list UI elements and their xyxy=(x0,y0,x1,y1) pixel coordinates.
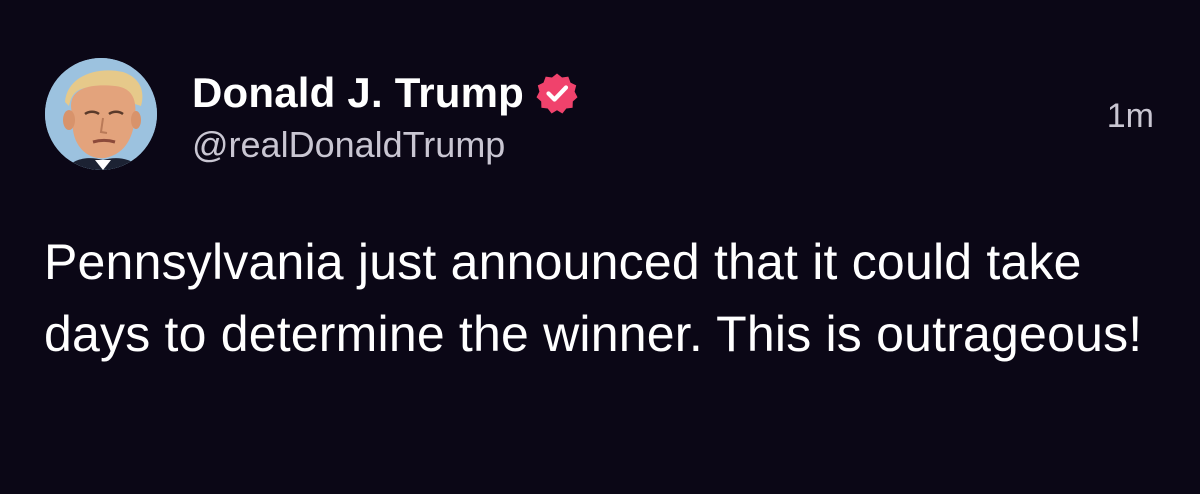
post-timestamp[interactable]: 1m xyxy=(1107,97,1154,136)
verified-badge-icon xyxy=(536,73,578,114)
post-body-text: Pennsylvania just announced that it coul… xyxy=(44,234,1143,362)
post-card: Donald J. Trump @realDonaldTrump 1m Penn… xyxy=(0,0,1200,494)
author-name-row: Donald J. Trump xyxy=(192,66,578,120)
author-display-name[interactable]: Donald J. Trump xyxy=(192,69,524,117)
author-handle[interactable]: @realDonaldTrump xyxy=(192,124,505,166)
avatar[interactable] xyxy=(45,58,157,170)
avatar-photo xyxy=(45,58,157,170)
